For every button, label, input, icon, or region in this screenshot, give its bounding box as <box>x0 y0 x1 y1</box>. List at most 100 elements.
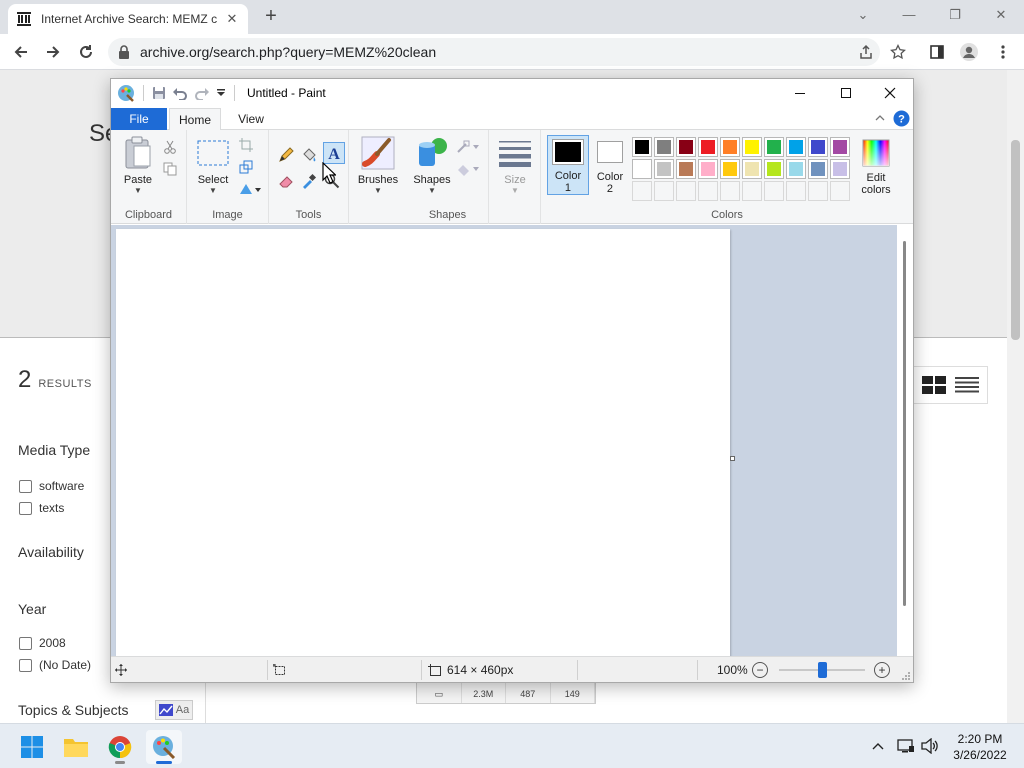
resize-icon[interactable] <box>237 158 255 176</box>
collapse-ribbon-icon[interactable] <box>875 114 885 122</box>
rotate-icon[interactable] <box>237 180 263 198</box>
paint-taskbar-button[interactable] <box>146 730 182 764</box>
palette-custom-slot-4[interactable] <box>720 181 740 201</box>
palette-color-16[interactable] <box>764 159 784 179</box>
facet-option-no-date[interactable]: (No Date) <box>19 658 91 672</box>
volume-icon[interactable] <box>920 736 940 756</box>
palette-color-8[interactable] <box>808 137 828 157</box>
palette-custom-slot-0[interactable] <box>632 181 652 201</box>
taskbar-clock[interactable]: 2:20 PM 3/26/2022 <box>948 731 1012 763</box>
undo-icon[interactable] <box>172 86 188 100</box>
palette-color-7[interactable] <box>786 137 806 157</box>
network-icon[interactable] <box>896 736 916 756</box>
select-dropdown-icon[interactable]: ▼ <box>209 186 217 195</box>
palette-custom-slot-5[interactable] <box>742 181 762 201</box>
palette-color-3[interactable] <box>698 137 718 157</box>
palette-custom-slot-9[interactable] <box>830 181 850 201</box>
topics-toggle[interactable]: Aa <box>155 700 193 720</box>
fill-bucket-icon[interactable] <box>300 146 318 164</box>
chrome-taskbar-button[interactable] <box>102 730 138 764</box>
browser-menu-icon[interactable] <box>993 42 1013 62</box>
palette-color-14[interactable] <box>720 159 740 179</box>
zoom-slider-thumb[interactable] <box>817 662 827 678</box>
checkbox[interactable] <box>19 501 32 515</box>
palette-color-9[interactable] <box>830 137 850 157</box>
facet-option-software[interactable]: software <box>19 479 84 493</box>
checkbox[interactable] <box>19 658 32 672</box>
palette-color-18[interactable] <box>808 159 828 179</box>
palette-color-4[interactable] <box>720 137 740 157</box>
color2-button[interactable]: Color 2 <box>589 135 631 195</box>
file-explorer-button[interactable] <box>58 730 94 764</box>
tab-file[interactable]: File <box>111 108 167 130</box>
reload-button[interactable] <box>75 41 97 63</box>
tile-view-icon[interactable] <box>921 376 946 394</box>
facet-option-2008[interactable]: 2008 <box>19 636 66 650</box>
list-view-icon[interactable] <box>954 377 979 393</box>
tab-close-icon[interactable]: ✕ <box>224 11 240 27</box>
palette-color-1[interactable] <box>654 137 674 157</box>
palette-color-11[interactable] <box>654 159 674 179</box>
palette-color-12[interactable] <box>676 159 696 179</box>
pencil-icon[interactable] <box>277 146 295 164</box>
palette-custom-slot-8[interactable] <box>808 181 828 201</box>
show-hidden-icons-chevron-icon[interactable] <box>868 736 888 756</box>
crop-icon[interactable] <box>237 136 255 154</box>
checkbox[interactable] <box>19 636 32 650</box>
address-bar[interactable]: archive.org/search.php?query=MEMZ%20clea… <box>108 38 880 66</box>
canvas-resize-handle[interactable] <box>730 456 735 461</box>
palette-color-5[interactable] <box>742 137 762 157</box>
browser-minimize-button[interactable]: — <box>894 4 924 26</box>
palette-color-19[interactable] <box>830 159 850 179</box>
cut-icon[interactable] <box>161 138 179 156</box>
palette-color-13[interactable] <box>698 159 718 179</box>
canvas-scrollbar[interactable] <box>897 225 913 656</box>
drawing-canvas[interactable] <box>116 229 730 660</box>
palette-color-17[interactable] <box>786 159 806 179</box>
size-dropdown-icon[interactable]: ▼ <box>511 186 519 195</box>
palette-custom-slot-3[interactable] <box>698 181 718 201</box>
edit-colors-button[interactable]: Edit colors <box>853 135 899 196</box>
palette-color-15[interactable] <box>742 159 762 179</box>
page-scrollbar-thumb[interactable] <box>1011 140 1020 340</box>
canvas-scrollbar-thumb[interactable] <box>903 241 906 606</box>
size-button[interactable]: Size ▼ <box>495 136 535 195</box>
help-icon[interactable]: ? <box>893 110 910 127</box>
paint-maximize-button[interactable] <box>823 79 869 107</box>
paint-close-button[interactable] <box>867 79 913 107</box>
paste-dropdown-icon[interactable]: ▼ <box>134 186 142 195</box>
checkbox[interactable] <box>19 479 32 493</box>
palette-custom-slot-7[interactable] <box>786 181 806 201</box>
palette-custom-slot-2[interactable] <box>676 181 696 201</box>
fill-icon[interactable] <box>455 160 481 178</box>
customize-qat-icon[interactable] <box>216 88 226 98</box>
profile-avatar-icon[interactable] <box>959 42 979 62</box>
paint-minimize-button[interactable] <box>777 79 823 107</box>
copy-icon[interactable] <box>161 160 179 178</box>
page-scrollbar[interactable] <box>1007 70 1024 723</box>
tab-search-icon[interactable]: ⌄ <box>848 4 878 26</box>
browser-tab-archive[interactable]: Internet Archive Search: MEMZ c ✕ <box>8 4 248 34</box>
paste-button[interactable]: Paste ▼ <box>121 136 155 195</box>
palette-color-10[interactable] <box>632 159 652 179</box>
color-picker-icon[interactable] <box>300 172 318 190</box>
browser-restore-button[interactable]: ❐ <box>940 4 970 26</box>
palette-color-2[interactable] <box>676 137 696 157</box>
eraser-icon[interactable] <box>277 172 295 190</box>
shapes-dropdown-icon[interactable]: ▼ <box>428 186 436 195</box>
forward-button[interactable] <box>42 41 64 63</box>
palette-color-0[interactable] <box>632 137 652 157</box>
facet-option-texts[interactable]: texts <box>19 501 64 515</box>
paint-app-icon[interactable] <box>117 84 135 102</box>
side-panel-icon[interactable] <box>927 42 947 62</box>
zoom-out-button[interactable]: − <box>752 662 768 678</box>
tab-home[interactable]: Home <box>169 108 221 131</box>
zoom-in-button[interactable]: + <box>874 662 890 678</box>
color1-button[interactable]: Color 1 <box>547 135 589 195</box>
outline-icon[interactable] <box>455 138 481 156</box>
palette-color-6[interactable] <box>764 137 784 157</box>
shapes-button[interactable]: Shapes ▼ <box>413 136 451 195</box>
back-button[interactable] <box>10 41 32 63</box>
redo-icon[interactable] <box>194 86 210 100</box>
browser-close-button[interactable]: ✕ <box>986 4 1016 26</box>
